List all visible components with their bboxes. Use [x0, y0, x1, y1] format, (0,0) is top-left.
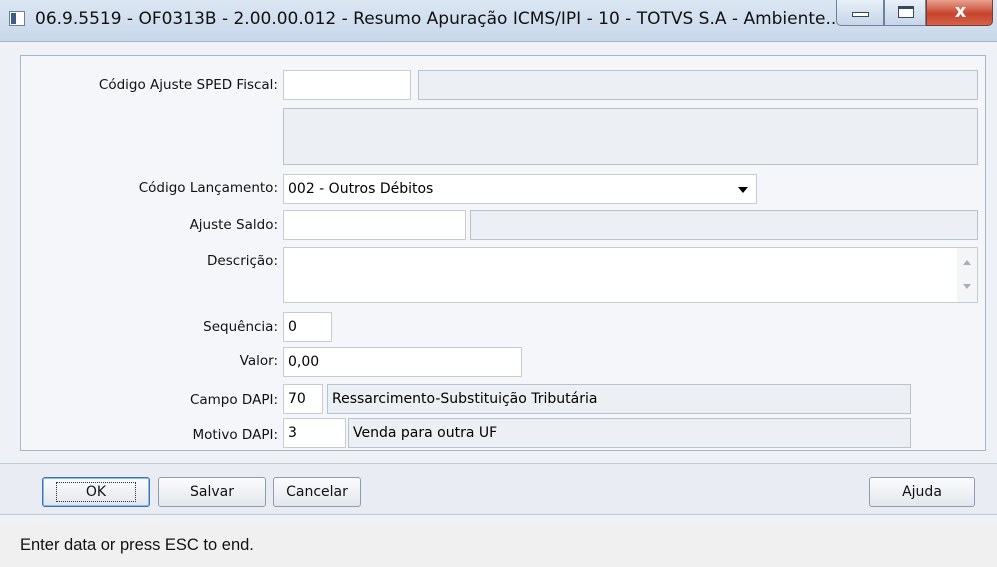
ajuste-saldo-input[interactable]: [283, 210, 466, 240]
scroll-down-icon[interactable]: [963, 284, 971, 289]
minimize-icon: [852, 12, 869, 17]
codigo-lancamento-select[interactable]: 002 - Outros Débitos: [283, 174, 757, 204]
valor-input[interactable]: 0,00: [283, 347, 522, 377]
window-controls: x: [836, 0, 993, 26]
campo-dapi-description: Ressarcimento-Substituição Tributária: [327, 384, 911, 414]
maximize-icon: [898, 6, 914, 18]
scroll-up-icon[interactable]: [963, 260, 971, 265]
sequencia-input[interactable]: 0: [283, 312, 332, 342]
codigo-ajuste-sped-description: [418, 70, 978, 100]
descricao-textarea[interactable]: [283, 247, 978, 303]
status-text: Enter data or press ESC to end.: [20, 536, 254, 554]
motivo-dapi-label: Motivo DAPI:: [192, 427, 278, 443]
ajuda-button-label: Ajuda: [902, 484, 942, 500]
motivo-dapi-input[interactable]: 3: [283, 418, 346, 448]
app-window-icon[interactable]: [9, 11, 25, 26]
motivo-dapi-description: Venda para outra UF: [348, 418, 911, 448]
descricao-label: Descrição:: [207, 253, 278, 269]
codigo-ajuste-sped-long-description: [283, 108, 978, 165]
maximize-button[interactable]: [884, 0, 926, 26]
campo-dapi-input[interactable]: 70: [283, 384, 323, 414]
valor-label: Valor:: [239, 353, 278, 369]
close-button[interactable]: x: [926, 0, 993, 26]
codigo-lancamento-selected: 002 - Outros Débitos: [288, 181, 434, 197]
ok-button-label: OK: [55, 482, 137, 502]
codigo-ajuste-sped-label: Código Ajuste SPED Fiscal:: [98, 77, 278, 93]
cancelar-button-label: Cancelar: [286, 484, 348, 500]
form-panel: Código Ajuste SPED Fiscal: Código Lançam…: [20, 55, 986, 451]
salvar-button-label: Salvar: [190, 484, 234, 500]
ok-button[interactable]: OK: [42, 477, 150, 507]
campo-dapi-label: Campo DAPI:: [189, 392, 278, 408]
ajuda-button[interactable]: Ajuda: [869, 477, 975, 507]
window-title: 06.9.5519 - OF0313B - 2.00.00.012 - Resu…: [35, 9, 835, 29]
ajuste-saldo-label: Ajuste Saldo:: [189, 217, 278, 233]
chevron-down-icon[interactable]: [738, 187, 748, 193]
sequencia-label: Sequência:: [203, 319, 278, 335]
ajuste-saldo-description: [470, 210, 978, 240]
window-title-bar: 06.9.5519 - OF0313B - 2.00.00.012 - Resu…: [0, 0, 997, 42]
close-icon: x: [954, 1, 967, 22]
minimize-button[interactable]: [836, 0, 884, 26]
descricao-scrollbar[interactable]: [957, 248, 977, 302]
codigo-ajuste-sped-input[interactable]: [283, 70, 411, 100]
salvar-button[interactable]: Salvar: [158, 477, 266, 507]
status-bar: Enter data or press ESC to end.: [0, 523, 997, 567]
codigo-lancamento-label: Código Lançamento:: [138, 180, 278, 196]
cancelar-button[interactable]: Cancelar: [273, 477, 361, 507]
button-bar: OK Salvar Cancelar Ajuda: [0, 463, 997, 515]
